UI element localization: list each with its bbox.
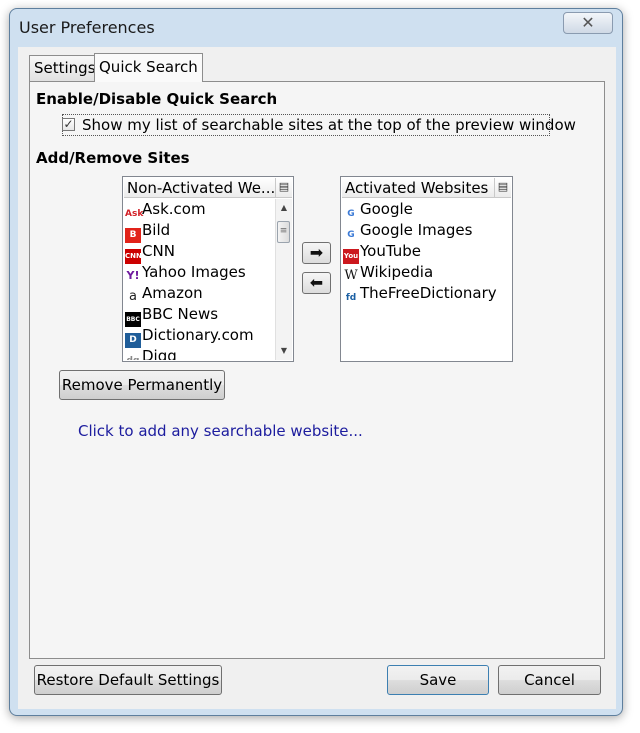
title-bar[interactable]: User Preferences ✕	[10, 9, 622, 47]
show-list-checkbox-row[interactable]: ✓ Show my list of searchable sites at th…	[62, 114, 576, 136]
checkmark-icon: ✓	[63, 117, 74, 131]
show-list-label: Show my list of searchable sites at the …	[82, 116, 576, 134]
non-activated-header-label: Non-Activated We...	[127, 179, 276, 197]
list-item[interactable]: G Google	[342, 199, 511, 220]
add-searchable-website-link[interactable]: Click to add any searchable website...	[78, 422, 363, 440]
non-activated-scrollbar[interactable]: ▲ ≡ ▼	[275, 199, 292, 360]
column-picker-icon[interactable]: ▤	[494, 178, 511, 197]
add-remove-heading: Add/Remove Sites	[36, 149, 190, 167]
thefreedictionary-icon: fd	[345, 293, 357, 303]
non-activated-list[interactable]: Non-Activated We... ▤ AskAsk.com B Bild C…	[122, 176, 294, 362]
tab-settings[interactable]: Settings	[29, 55, 101, 81]
list-item-label: Amazon	[142, 284, 203, 302]
activated-column-header[interactable]: Activated Websites ▤	[342, 178, 511, 198]
scroll-up-icon[interactable]: ▲	[276, 201, 292, 215]
restore-default-settings-label: Restore Default Settings	[36, 670, 220, 689]
list-item-label: Yahoo Images	[142, 263, 246, 281]
quick-search-panel: Enable/Disable Quick Search ✓ Show my li…	[29, 81, 605, 659]
list-item[interactable]: a Amazon	[124, 283, 275, 304]
list-item-label: Dictionary.com	[142, 326, 254, 344]
list-item[interactable]: D Dictionary.com	[124, 325, 275, 348]
remove-site-button[interactable]: ⬅	[302, 272, 331, 294]
remove-permanently-button[interactable]: Remove Permanently	[59, 370, 225, 400]
window-title: User Preferences	[19, 18, 155, 37]
list-item-label: TheFreeDictionary	[360, 284, 497, 302]
yahoo-icon: Y!	[126, 269, 140, 282]
dialog-client-area: Settings Quick Search Enable/Disable Qui…	[18, 47, 616, 709]
remove-permanently-label: Remove Permanently	[61, 375, 223, 394]
list-item-label: Google Images	[360, 221, 473, 239]
list-item[interactable]: BBC BBC News	[124, 304, 275, 327]
user-preferences-window: User Preferences ✕ Settings Quick Search…	[9, 8, 623, 716]
list-item[interactable]: CNNCNN	[124, 241, 275, 264]
scroll-down-icon[interactable]: ▼	[276, 344, 292, 358]
list-item[interactable]: W Wikipedia	[342, 262, 511, 283]
enable-disable-heading: Enable/Disable Quick Search	[36, 90, 278, 108]
cancel-button[interactable]: Cancel	[498, 665, 601, 695]
list-item-label: Wikipedia	[360, 263, 434, 281]
non-activated-column-header[interactable]: Non-Activated We... ▤	[124, 178, 292, 198]
activated-items: G Google G Google Images You YouTube W Wikip…	[342, 199, 511, 360]
list-item[interactable]: Y! Yahoo Images	[124, 262, 275, 283]
amazon-icon: a	[129, 289, 137, 304]
activated-list[interactable]: Activated Websites ▤ G Google G Google Ima…	[340, 176, 513, 362]
close-button[interactable]: ✕	[563, 12, 613, 34]
column-picker-icon[interactable]: ▤	[275, 178, 292, 197]
add-site-button[interactable]: ➡	[302, 242, 331, 264]
list-item[interactable]: AskAsk.com	[124, 199, 275, 220]
wikipedia-icon: W	[344, 268, 358, 283]
list-item-label: Digg	[142, 347, 177, 360]
restore-default-settings-button[interactable]: Restore Default Settings	[34, 665, 222, 695]
save-label: Save	[419, 670, 457, 689]
scroll-thumb[interactable]: ≡	[277, 221, 290, 243]
tab-quick-search[interactable]: Quick Search	[94, 53, 203, 82]
list-item-label: BBC News	[142, 305, 219, 323]
non-activated-items: AskAsk.com B Bild CNNCNN Y! Yahoo Images a…	[124, 199, 275, 360]
list-item-label: CNN	[142, 242, 175, 260]
list-item-label: Ask.com	[142, 200, 206, 218]
cancel-label: Cancel	[524, 670, 575, 689]
tab-settings-label: Settings	[34, 59, 96, 77]
list-item-label: YouTube	[360, 242, 421, 260]
list-item[interactable]: G Google Images	[342, 220, 511, 241]
list-item[interactable]: You YouTube	[342, 241, 511, 264]
list-item[interactable]: B Bild	[124, 220, 275, 243]
activated-header-label: Activated Websites	[345, 179, 489, 197]
list-item-label: Google	[360, 200, 413, 218]
list-item-label: Bild	[142, 221, 171, 239]
list-item[interactable]: fd TheFreeDictionary	[342, 283, 511, 304]
save-button[interactable]: Save	[387, 665, 489, 695]
list-item[interactable]: dgDigg	[124, 346, 275, 360]
arrow-right-icon: ➡	[309, 243, 324, 262]
arrow-left-icon: ⬅	[309, 273, 324, 292]
close-icon: ✕	[581, 13, 595, 32]
show-list-checkbox[interactable]: ✓	[62, 118, 75, 131]
tab-quick-search-label: Quick Search	[99, 58, 198, 76]
digg-icon: dg	[125, 354, 141, 360]
